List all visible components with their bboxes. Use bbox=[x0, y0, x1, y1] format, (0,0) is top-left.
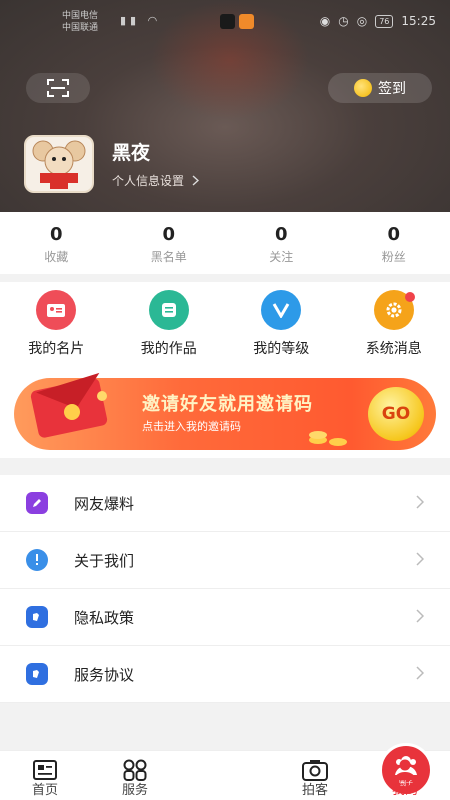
services-grid-icon bbox=[123, 759, 147, 781]
chevron-right-icon bbox=[416, 666, 424, 680]
carrier-2: 中国联通 bbox=[62, 23, 99, 33]
status-right: ◉ ◷ ◎ 76 15:25 bbox=[320, 14, 436, 28]
stats-row: 0 收藏 0 黑名单 0 关注 0 粉丝 bbox=[0, 212, 450, 274]
location-icon: ◎ bbox=[356, 14, 368, 28]
stat-fans[interactable]: 0 粉丝 bbox=[338, 212, 450, 274]
clock-time: 15:25 bbox=[401, 14, 436, 28]
stat-blacklist[interactable]: 0 黑名单 bbox=[113, 212, 226, 274]
home-icon bbox=[33, 760, 57, 780]
coin-icon bbox=[354, 79, 372, 97]
menu-list: 网友爆料 关于我们 隐私政策 服务协议 bbox=[0, 475, 450, 703]
shortcut-label: 我的作品 bbox=[140, 341, 197, 357]
tab-label: 服务 bbox=[121, 783, 148, 798]
shortcut-label: 系统消息 bbox=[365, 341, 422, 357]
tab-label: 我的 bbox=[391, 783, 418, 798]
signal-icon: ▮▮ bbox=[120, 14, 141, 27]
scan-button[interactable] bbox=[26, 73, 90, 103]
sign-in-button[interactable]: 签到 bbox=[328, 73, 432, 103]
menu-label: 服务协议 bbox=[74, 665, 135, 684]
notification-app-icons bbox=[220, 14, 254, 29]
profile-settings-link[interactable]: 个人信息设置 bbox=[112, 172, 200, 189]
scan-icon bbox=[47, 79, 69, 97]
mouse-avatar-image bbox=[32, 140, 86, 189]
video-app-icon bbox=[239, 14, 254, 29]
tab-circle[interactable]: 圈子 bbox=[180, 743, 433, 800]
go-button[interactable]: GO bbox=[368, 387, 424, 441]
stat-value: 0 bbox=[162, 224, 176, 245]
chevron-right-icon bbox=[192, 175, 200, 186]
chevron-right-icon bbox=[416, 609, 424, 623]
carrier-1: 中国电信 bbox=[62, 11, 99, 21]
stat-label: 关注 bbox=[269, 250, 294, 264]
network-icons: ▮▮ ◠ bbox=[120, 14, 161, 27]
banner-subtitle: 点击进入我的邀请码 bbox=[142, 420, 241, 433]
alarm-icon: ◷ bbox=[338, 14, 349, 28]
menu-item-service-agreement[interactable]: 服务协议 bbox=[0, 646, 450, 703]
stat-value: 0 bbox=[49, 224, 63, 245]
avatar[interactable] bbox=[24, 135, 94, 193]
chevron-right-icon bbox=[416, 495, 424, 509]
shortcut-label: 我的名片 bbox=[28, 341, 85, 357]
shield-icon bbox=[26, 606, 48, 628]
camera-icon bbox=[302, 760, 328, 781]
tab-services[interactable]: 服务 bbox=[90, 751, 180, 800]
banner-title: 邀请好友就用邀请码 bbox=[142, 394, 313, 415]
stat-following[interactable]: 0 关注 bbox=[225, 212, 338, 274]
carrier-info: 中国电信 中国联通 bbox=[62, 10, 98, 34]
tiktok-icon bbox=[220, 14, 235, 29]
battery-icon: 76 bbox=[375, 14, 394, 28]
chevron-right-icon bbox=[416, 552, 424, 566]
invite-banner[interactable]: 邀请好友就用邀请码 点击进入我的邀请码 GO bbox=[14, 372, 436, 450]
user-icon bbox=[394, 759, 416, 780]
profile-settings-label: 个人信息设置 bbox=[112, 174, 185, 188]
menu-item-tipoff[interactable]: 网友爆料 bbox=[0, 475, 450, 532]
shortcut-business-card[interactable]: 我的名片 bbox=[0, 290, 113, 358]
status-bar: 中国电信 中国联通 ▮▮ ◠ ◉ ◷ ◎ 76 15:25 bbox=[0, 0, 450, 44]
info-icon bbox=[26, 549, 48, 571]
stat-favorites[interactable]: 0 收藏 bbox=[0, 212, 113, 274]
sign-in-label: 签到 bbox=[378, 81, 406, 97]
id-card-icon bbox=[36, 290, 77, 330]
profile-header: 中国电信 中国联通 ▮▮ ◠ ◉ ◷ ◎ 76 15:25 签到 黑夜 个人信息… bbox=[0, 0, 450, 212]
menu-item-privacy-policy[interactable]: 隐私政策 bbox=[0, 589, 450, 646]
shortcut-level[interactable]: 我的等级 bbox=[225, 290, 338, 358]
agreement-icon bbox=[26, 663, 48, 685]
tab-label: 首页 bbox=[31, 783, 58, 798]
level-v-icon bbox=[261, 290, 302, 330]
bottom-tab-bar: 首页 服务 圈子 拍客 我的 bbox=[0, 743, 450, 800]
stat-label: 收藏 bbox=[44, 250, 69, 264]
tab-label: 拍客 bbox=[301, 783, 328, 798]
red-envelope-icon bbox=[30, 372, 108, 438]
shortcut-works[interactable]: 我的作品 bbox=[113, 290, 226, 358]
tab-mine[interactable]: 我的 bbox=[360, 751, 450, 800]
stat-value: 0 bbox=[274, 224, 288, 245]
coins-icon bbox=[309, 431, 347, 446]
shortcut-label: 我的等级 bbox=[253, 341, 310, 357]
menu-label: 隐私政策 bbox=[74, 608, 135, 627]
unread-badge bbox=[404, 292, 415, 302]
stat-value: 0 bbox=[387, 224, 401, 245]
stat-label: 黑名单 bbox=[150, 250, 187, 264]
tab-paike[interactable]: 拍客 bbox=[270, 751, 360, 800]
wifi-icon: ◠ bbox=[147, 14, 162, 27]
menu-label: 关于我们 bbox=[74, 551, 135, 570]
menu-item-about-us[interactable]: 关于我们 bbox=[0, 532, 450, 589]
stat-label: 粉丝 bbox=[381, 250, 406, 264]
tab-home[interactable]: 首页 bbox=[0, 751, 90, 800]
shortcut-system-messages[interactable]: 系统消息 bbox=[338, 290, 450, 358]
menu-label: 网友爆料 bbox=[74, 494, 135, 513]
works-icon bbox=[148, 290, 189, 330]
username: 黑夜 bbox=[112, 142, 151, 164]
pencil-icon bbox=[26, 492, 48, 514]
eye-icon: ◉ bbox=[319, 14, 331, 28]
